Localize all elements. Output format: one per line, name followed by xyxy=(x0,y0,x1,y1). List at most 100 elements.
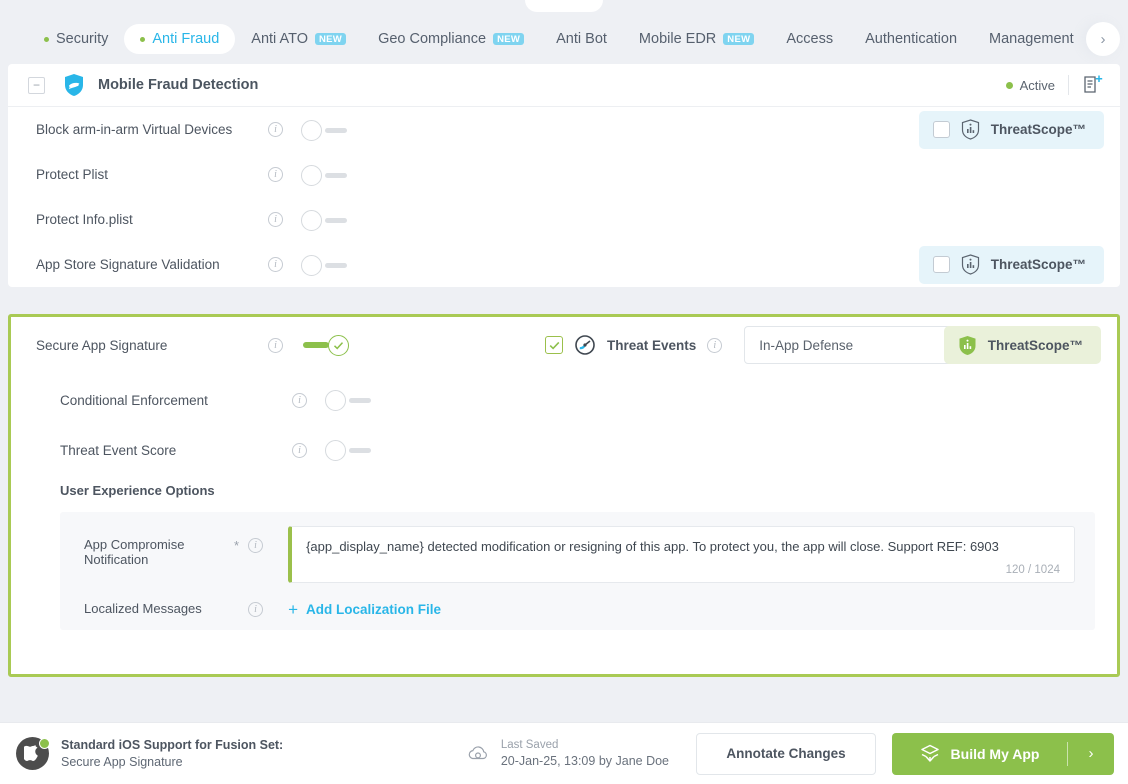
new-badge: NEW xyxy=(493,33,524,46)
threat-events-label: Threat Events xyxy=(607,338,696,353)
tab-label: Security xyxy=(56,31,108,47)
new-badge: NEW xyxy=(723,33,754,46)
toggle-track xyxy=(303,342,329,348)
info-icon[interactable]: i xyxy=(292,393,307,408)
sub-feature-rows: Conditional Enforcement i Threat Event S… xyxy=(11,373,1117,475)
defense-mode-value: In-App Defense xyxy=(759,338,853,353)
build-my-app-label: Build My App xyxy=(951,746,1040,762)
last-saved-info: Last Saved 20-Jan-25, 13:09 by Jane Doe xyxy=(467,738,669,769)
shield-threatscope-icon xyxy=(958,335,977,356)
row-block-arm-in-arm: Block arm-in-arm Virtual Devices i xyxy=(8,107,1120,152)
toggle-track xyxy=(349,448,371,453)
status-dot-icon xyxy=(39,738,50,749)
user-experience-options-panel: App Compromise Notification * i {app_dis… xyxy=(60,512,1095,630)
info-icon[interactable]: i xyxy=(707,338,722,353)
app-compromise-notification-textarea[interactable]: {app_display_name} detected modification… xyxy=(288,526,1075,583)
threat-events-icon xyxy=(574,334,596,356)
toggle-knob xyxy=(301,165,322,186)
new-badge: NEW xyxy=(315,33,346,46)
toggle-conditional-enforcement[interactable] xyxy=(325,388,373,412)
tab-label: Authentication xyxy=(865,31,957,47)
chevron-right-icon[interactable]: › xyxy=(1068,745,1114,762)
threatscope-checkbox[interactable] xyxy=(933,121,950,138)
threatscope-label: ThreatScope™ xyxy=(988,338,1083,353)
tab-label: Anti Fraud xyxy=(152,31,219,47)
annotate-changes-button[interactable]: Annotate Changes xyxy=(696,733,876,775)
footer-bar: Standard iOS Support for Fusion Set: Sec… xyxy=(0,722,1128,784)
info-icon[interactable]: i xyxy=(248,538,263,553)
tab-management[interactable]: Management xyxy=(973,24,1090,54)
build-my-app-button[interactable]: Build My App › xyxy=(892,733,1114,775)
toggle-block-arm-in-arm[interactable] xyxy=(301,118,349,142)
tab-anti-fraud[interactable]: Anti Fraud xyxy=(124,24,235,54)
tab-label: Access xyxy=(786,31,833,47)
toggle-app-store-signature-validation[interactable] xyxy=(301,253,349,277)
info-icon[interactable]: i xyxy=(268,212,283,227)
tab-authentication[interactable]: Authentication xyxy=(849,24,973,54)
app-root: Security Anti Fraud Anti ATO NEW Geo Com… xyxy=(0,0,1128,784)
fusion-set-info: Standard iOS Support for Fusion Set: Sec… xyxy=(61,737,283,771)
status-dot-icon xyxy=(44,37,49,42)
add-note-icon[interactable] xyxy=(1082,74,1104,96)
toggle-secure-app-signature[interactable] xyxy=(301,333,349,357)
collapse-icon[interactable]: − xyxy=(28,77,45,94)
build-cube-icon xyxy=(920,744,940,763)
toggle-track xyxy=(349,398,371,403)
row-app-store-signature-validation: App Store Signature Validation i xyxy=(8,242,1120,287)
add-localization-file-button[interactable]: + Add Localization File xyxy=(288,601,441,618)
required-indicator: * xyxy=(234,526,239,553)
shield-threatscope-icon xyxy=(961,119,980,140)
threat-events-checkbox[interactable] xyxy=(545,336,563,354)
chevron-right-icon[interactable]: › xyxy=(1086,22,1120,56)
threatscope-badge[interactable]: ThreatScope™ xyxy=(919,246,1104,284)
info-icon-wrapper: i xyxy=(248,526,263,553)
threatscope-label: ThreatScope™ xyxy=(991,257,1086,272)
field-label: App Compromise Notification xyxy=(84,526,234,568)
row-protect-plist: Protect Plist i xyxy=(8,152,1120,197)
textarea-value: {app_display_name} detected modification… xyxy=(306,538,1060,556)
tab-access[interactable]: Access xyxy=(770,24,849,54)
tab-label: Anti ATO xyxy=(251,31,308,47)
status-label: Active xyxy=(1020,78,1055,93)
top-peek-tab xyxy=(525,0,603,12)
threatscope-label: ThreatScope™ xyxy=(991,122,1086,137)
toggle-protect-info-plist[interactable] xyxy=(301,208,349,232)
tab-anti-ato[interactable]: Anti ATO NEW xyxy=(235,24,362,54)
last-saved-value: 20-Jan-25, 13:09 by Jane Doe xyxy=(501,753,669,769)
secure-app-signature-section: Secure App Signature i xyxy=(8,314,1120,677)
tab-mobile-edr[interactable]: Mobile EDR NEW xyxy=(623,24,770,54)
threatscope-badge-active[interactable]: ThreatScope™ xyxy=(944,326,1101,364)
toggle-knob xyxy=(328,335,349,356)
row-threat-event-score: Threat Event Score i xyxy=(11,425,1117,475)
tab-label: Geo Compliance xyxy=(378,31,486,47)
tab-anti-bot[interactable]: Anti Bot xyxy=(540,24,623,54)
info-icon[interactable]: i xyxy=(268,167,283,182)
info-icon[interactable]: i xyxy=(248,602,263,617)
feature-rows: Block arm-in-arm Virtual Devices i xyxy=(8,107,1120,287)
info-icon[interactable]: i xyxy=(268,257,283,272)
toggle-protect-plist[interactable] xyxy=(301,163,349,187)
toggle-track xyxy=(325,263,347,268)
threat-events-group: Threat Events i xyxy=(545,334,722,356)
threatscope-checkbox[interactable] xyxy=(933,256,950,273)
tab-geo-compliance[interactable]: Geo Compliance NEW xyxy=(362,24,540,54)
threatscope-badge[interactable]: ThreatScope™ xyxy=(919,111,1104,149)
plus-icon: + xyxy=(288,601,298,618)
info-icon[interactable]: i xyxy=(268,122,283,137)
fusion-set-title: Standard iOS Support for Fusion Set: xyxy=(61,737,283,754)
tab-label: Mobile EDR xyxy=(639,31,716,47)
page-title: Mobile Fraud Detection xyxy=(98,77,258,93)
row-secure-app-signature: Secure App Signature i xyxy=(11,317,1117,373)
info-icon[interactable]: i xyxy=(268,338,283,353)
toggle-track xyxy=(325,173,347,178)
tab-label: Management xyxy=(989,31,1074,47)
build-my-app-label-group: Build My App xyxy=(892,744,1067,763)
shield-threatscope-icon xyxy=(961,254,980,275)
mobile-fraud-detection-card: − Mobile Fraud Detection Active xyxy=(8,64,1120,287)
fusion-set-subtitle: Secure App Signature xyxy=(61,754,283,771)
row-label: Block arm-in-arm Virtual Devices xyxy=(36,122,268,137)
tab-security[interactable]: Security xyxy=(28,24,124,54)
info-icon[interactable]: i xyxy=(292,443,307,458)
toggle-threat-event-score[interactable] xyxy=(325,438,373,462)
row-label: Protect Info.plist xyxy=(36,212,268,227)
